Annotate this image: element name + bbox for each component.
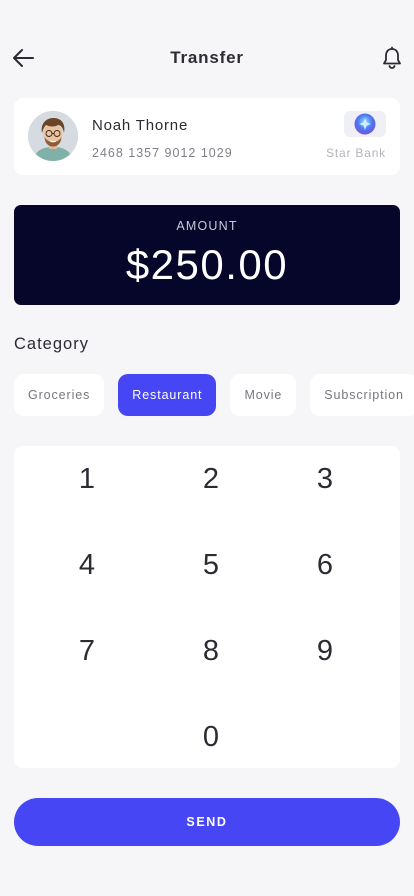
bank-name: Star Bank bbox=[326, 146, 386, 160]
keypad-key-0[interactable]: 0 bbox=[171, 709, 251, 765]
amount-card: AMOUNT $250.00 bbox=[14, 205, 400, 305]
keypad-key-3[interactable]: 3 bbox=[285, 451, 365, 507]
bell-icon bbox=[383, 46, 401, 69]
amount-value: $250.00 bbox=[125, 241, 289, 288]
category-chip-groceries[interactable]: Groceries bbox=[14, 374, 105, 416]
keypad-key-2[interactable]: 2 bbox=[171, 451, 251, 507]
keypad-key-4[interactable]: 4 bbox=[47, 537, 127, 593]
keypad-key-5[interactable]: 5 bbox=[171, 537, 251, 593]
category-label: Category bbox=[14, 335, 89, 353]
header: Transfer bbox=[0, 38, 414, 78]
category-chip-movie[interactable]: Movie bbox=[230, 374, 297, 416]
bank-logo-icon bbox=[344, 111, 386, 137]
keypad-key-6[interactable]: 6 bbox=[285, 537, 365, 593]
keypad-key-8[interactable]: 8 bbox=[171, 623, 251, 679]
recipient-account-number: 2468 1357 9012 1029 bbox=[92, 146, 233, 160]
category-chips: Groceries Restaurant Movie Subscription bbox=[14, 374, 414, 416]
category-chip-subscription[interactable]: Subscription bbox=[310, 374, 414, 416]
recipient-name: Noah Thorne bbox=[92, 117, 189, 134]
send-button[interactable]: SEND bbox=[14, 798, 400, 846]
notifications-button[interactable] bbox=[380, 46, 404, 70]
keypad-key-7[interactable]: 7 bbox=[47, 623, 127, 679]
category-chip-restaurant[interactable]: Restaurant bbox=[118, 374, 217, 416]
keypad-key-1[interactable]: 1 bbox=[47, 451, 127, 507]
recipient-card[interactable]: Noah Thorne 2468 1357 9012 1029 Star Ban… bbox=[14, 98, 400, 175]
page-title: Transfer bbox=[170, 48, 244, 67]
keypad-key-9[interactable]: 9 bbox=[285, 623, 365, 679]
avatar bbox=[28, 111, 78, 161]
keypad: 1 2 3 4 5 6 7 8 9 0 bbox=[14, 446, 400, 768]
amount-label: AMOUNT bbox=[176, 219, 238, 233]
